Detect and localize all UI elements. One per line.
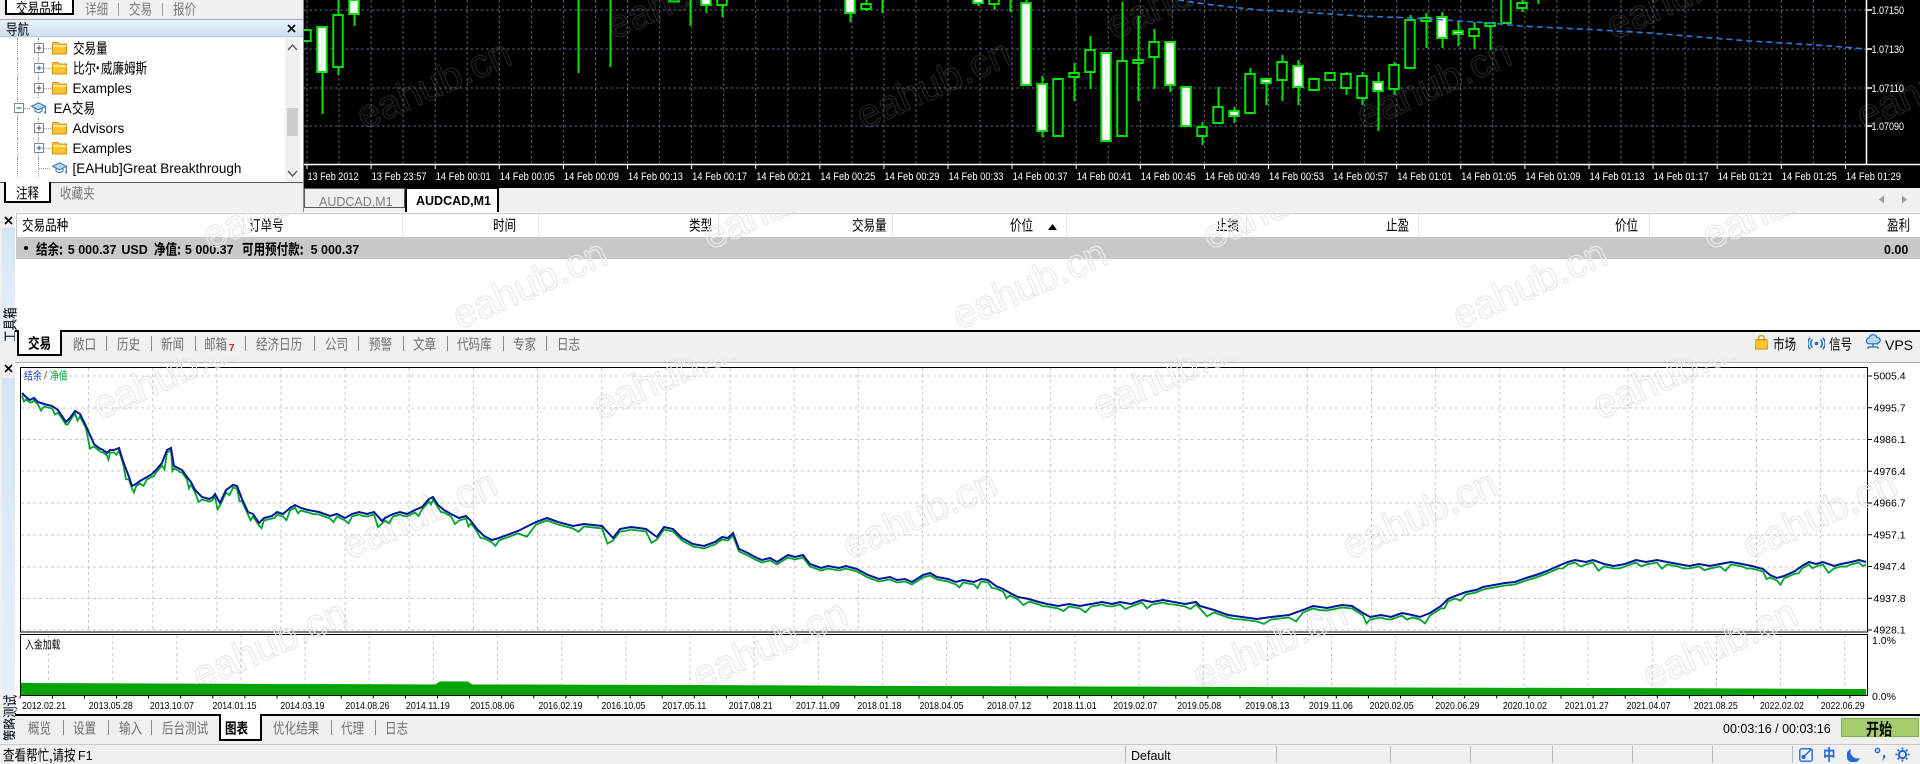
svg-text:2018.07.12: 2018.07.12 [987, 700, 1031, 712]
svg-text:2014.03.19: 2014.03.19 [280, 700, 324, 712]
svg-text:14 Feb 00:21: 14 Feb 00:21 [756, 171, 811, 183]
svg-text:14 Feb 00:13: 14 Feb 00:13 [628, 171, 683, 183]
svg-text:2021.04.07: 2021.04.07 [1627, 700, 1671, 712]
svg-text:14 Feb 00:29: 14 Feb 00:29 [884, 171, 939, 183]
svg-text:2015.08.06: 2015.08.06 [470, 700, 514, 712]
svg-text:eahub.cn: eahub.cn [1196, 212, 1364, 258]
svg-text:2013.10.07: 2013.10.07 [150, 700, 194, 712]
svg-text:2021.08.25: 2021.08.25 [1694, 700, 1738, 712]
svg-text:2020.10.02: 2020.10.02 [1503, 700, 1547, 712]
svg-text:2019.05.08: 2019.05.08 [1177, 700, 1221, 712]
svg-text:eahub.cn: eahub.cn [446, 231, 614, 338]
svg-text:1.07090: 1.07090 [1872, 121, 1905, 133]
svg-text:13 Feb 23:57: 13 Feb 23:57 [372, 171, 427, 183]
svg-text:2016.10.05: 2016.10.05 [602, 700, 646, 712]
svg-text:2022.02.02: 2022.02.02 [1760, 700, 1804, 712]
svg-text:2019.08.13: 2019.08.13 [1245, 700, 1289, 712]
svg-text:2019.11.06: 2019.11.06 [1309, 700, 1353, 712]
svg-text:2017.11.09: 2017.11.09 [796, 700, 840, 712]
svg-text:2018.04.05: 2018.04.05 [920, 700, 964, 712]
svg-text:14 Feb 00:09: 14 Feb 00:09 [564, 171, 619, 183]
svg-text:eahub.cn: eahub.cn [946, 231, 1114, 338]
svg-text:4957.1: 4957.1 [1874, 529, 1906, 541]
svg-text:4947.4: 4947.4 [1874, 561, 1906, 573]
svg-text:4966.7: 4966.7 [1874, 498, 1906, 510]
svg-text:14 Feb 01:13: 14 Feb 01:13 [1590, 171, 1645, 183]
svg-text:2020.06.29: 2020.06.29 [1435, 700, 1479, 712]
svg-text:1.07130: 1.07130 [1872, 44, 1905, 56]
svg-text:14 Feb 00:45: 14 Feb 00:45 [1141, 171, 1196, 183]
svg-text:14 Feb 00:49: 14 Feb 00:49 [1205, 171, 1260, 183]
svg-text:2020.02.05: 2020.02.05 [1370, 700, 1414, 712]
svg-text:14 Feb 00:01: 14 Feb 00:01 [436, 171, 491, 183]
svg-text:14 Feb 00:57: 14 Feb 00:57 [1333, 171, 1388, 183]
svg-text:14 Feb 00:05: 14 Feb 00:05 [500, 171, 555, 183]
svg-text:14 Feb 01:17: 14 Feb 01:17 [1654, 171, 1709, 183]
svg-text:14 Feb 00:41: 14 Feb 00:41 [1077, 171, 1132, 183]
svg-text:2013.05.28: 2013.05.28 [89, 700, 133, 712]
svg-text:1.07110: 1.07110 [1872, 83, 1905, 95]
svg-text:1.07150: 1.07150 [1872, 5, 1905, 17]
svg-text:2016.02.19: 2016.02.19 [538, 700, 582, 712]
svg-text:2014.11.19: 2014.11.19 [406, 700, 450, 712]
svg-text:4976.4: 4976.4 [1874, 466, 1906, 478]
svg-text:eahub.cn: eahub.cn [1446, 231, 1614, 338]
svg-text:0.0%: 0.0% [1872, 691, 1896, 703]
svg-text:2018.11.01: 2018.11.01 [1053, 700, 1097, 712]
svg-text:14 Feb 01:09: 14 Feb 01:09 [1525, 171, 1580, 183]
svg-text:2019.02.07: 2019.02.07 [1113, 700, 1157, 712]
svg-text:14 Feb 00:25: 14 Feb 00:25 [820, 171, 875, 183]
svg-text:14 Feb 00:33: 14 Feb 00:33 [949, 171, 1004, 183]
svg-text:4986.1: 4986.1 [1874, 434, 1906, 446]
svg-text:4995.7: 4995.7 [1874, 402, 1906, 414]
svg-text:2014.01.15: 2014.01.15 [213, 700, 257, 712]
svg-text:14 Feb 01:01: 14 Feb 01:01 [1397, 171, 1452, 183]
svg-text:eahub.cn: eahub.cn [1696, 212, 1864, 258]
svg-text:14 Feb 00:53: 14 Feb 00:53 [1269, 171, 1324, 183]
svg-text:2022.06.29: 2022.06.29 [1821, 700, 1865, 712]
svg-text:4937.8: 4937.8 [1874, 593, 1906, 605]
svg-text:2017.08.21: 2017.08.21 [729, 700, 773, 712]
svg-text:14 Feb 01:29: 14 Feb 01:29 [1846, 171, 1901, 183]
svg-text:13 Feb 2012: 13 Feb 2012 [308, 171, 359, 183]
svg-text:eahub.cn: eahub.cn [196, 212, 364, 258]
svg-text:eahub.cn: eahub.cn [696, 212, 864, 258]
svg-text:14 Feb 01:21: 14 Feb 01:21 [1718, 171, 1773, 183]
svg-text:2017.05.11: 2017.05.11 [662, 700, 706, 712]
svg-text:2018.01.18: 2018.01.18 [857, 700, 901, 712]
svg-text:14 Feb 01:05: 14 Feb 01:05 [1461, 171, 1516, 183]
svg-text:14 Feb 01:25: 14 Feb 01:25 [1782, 171, 1837, 183]
svg-text:5005.4: 5005.4 [1874, 371, 1906, 383]
svg-text:14 Feb 00:37: 14 Feb 00:37 [1013, 171, 1068, 183]
svg-text:2021.01.27: 2021.01.27 [1565, 700, 1609, 712]
svg-text:1.0%: 1.0% [1872, 635, 1896, 647]
svg-text:14 Feb 00:17: 14 Feb 00:17 [692, 171, 747, 183]
svg-text:2012.02.21: 2012.02.21 [22, 700, 66, 712]
svg-text:2014.08.26: 2014.08.26 [345, 700, 389, 712]
